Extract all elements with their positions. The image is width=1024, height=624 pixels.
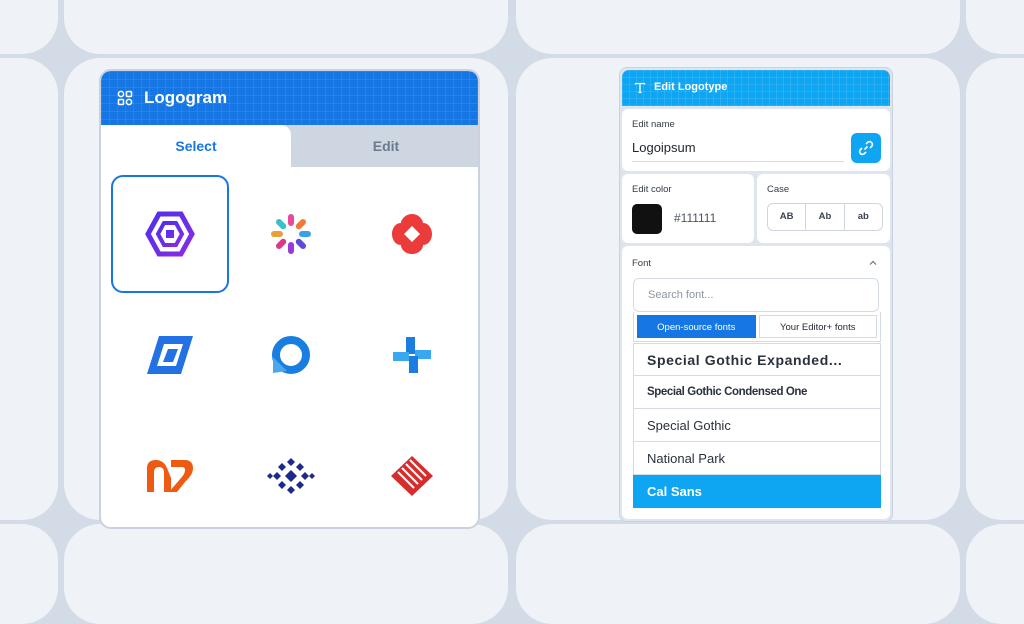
logotype-title: Edit Logotype [654, 81, 728, 93]
red-diamond-petal-logo-icon [392, 214, 432, 254]
logo-option[interactable] [353, 296, 471, 414]
font-option[interactable]: Special Gothic [633, 409, 881, 442]
case-upper-button[interactable]: AB [768, 204, 807, 230]
edit-color-label: Edit color [632, 184, 672, 195]
name-input-underline [632, 161, 844, 162]
font-option[interactable]: National Park [633, 442, 881, 475]
flower-burst-logo-icon [271, 214, 311, 254]
blue-ring-logo-icon [272, 336, 310, 374]
case-lower-button[interactable]: ab [845, 204, 882, 230]
logogram-panel: Logogram Select Edit [99, 69, 480, 529]
blue-parallelogram-logo-icon [147, 336, 193, 374]
font-option[interactable]: Special Gothic Expanded... [633, 343, 881, 376]
font-search-input[interactable] [646, 288, 870, 302]
grid-shapes-icon [117, 90, 133, 106]
logo-option-selected[interactable] [111, 175, 229, 293]
bg-tile [966, 58, 1024, 520]
bg-tile [64, 0, 508, 54]
font-section: Font Open-source fonts Your Editor+ font… [622, 246, 890, 519]
hexagon-spiral-logo-icon [145, 211, 195, 257]
color-swatch[interactable] [632, 204, 662, 234]
logogram-header: Logogram [101, 71, 478, 125]
chevron-up-icon[interactable] [868, 258, 878, 268]
link-button[interactable] [851, 133, 881, 163]
link-icon [858, 140, 874, 156]
case-toggle-group: AB Ab ab [767, 203, 883, 231]
font-list: Special Gothic Expanded... Special Gothi… [633, 343, 881, 508]
bg-tile [516, 0, 960, 54]
blue-plus-logo-icon [393, 337, 431, 373]
bg-tile [516, 524, 960, 624]
logo-option[interactable] [232, 296, 350, 414]
font-search-field[interactable] [633, 278, 879, 312]
logotype-header: Edit Logotype [622, 70, 890, 106]
logo-option[interactable] [232, 175, 350, 293]
logogram-tabs: Select Edit [101, 125, 478, 167]
tab-edit[interactable]: Edit [291, 125, 478, 167]
tab-editor-plus-fonts[interactable]: Your Editor+ fonts [758, 315, 877, 338]
name-input[interactable]: Logoipsum [632, 140, 696, 155]
logotype-panel: Edit Logotype Edit name Logoipsum Edit c… [619, 67, 893, 522]
text-type-icon [634, 82, 646, 94]
case-section: Case AB Ab ab [757, 174, 890, 243]
logo-option[interactable] [353, 175, 471, 293]
logo-option[interactable] [353, 417, 471, 527]
bg-tile [0, 58, 58, 520]
tab-select[interactable]: Select [101, 125, 291, 167]
red-chevron-stripes-logo-icon [391, 456, 433, 496]
edit-name-label: Edit name [632, 119, 675, 130]
font-option[interactable]: Special Gothic Condensed One [633, 376, 881, 409]
tab-open-source-fonts[interactable]: Open-source fonts [637, 315, 756, 338]
edit-name-section: Edit name Logoipsum [622, 109, 890, 171]
bg-tile [64, 524, 508, 624]
bg-tile [966, 524, 1024, 624]
font-source-tabs: Open-source fonts Your Editor+ fonts [633, 312, 881, 342]
color-hex-value[interactable]: #111111 [674, 211, 716, 225]
logo-option[interactable] [111, 296, 229, 414]
font-label: Font [632, 258, 652, 269]
case-title-button[interactable]: Ab [806, 204, 845, 230]
orange-wave-logo-icon [147, 460, 193, 492]
navy-snowflake-logo-icon [267, 458, 315, 494]
bg-tile [0, 0, 58, 54]
bg-tile [0, 524, 58, 624]
bg-tile [966, 0, 1024, 54]
edit-color-section: Edit color #111111 [622, 174, 754, 243]
logo-option[interactable] [111, 417, 229, 527]
font-option-selected[interactable]: Cal Sans [633, 475, 881, 508]
logo-option[interactable] [232, 417, 350, 527]
logogram-title: Logogram [144, 88, 228, 107]
case-label: Case [767, 184, 790, 195]
